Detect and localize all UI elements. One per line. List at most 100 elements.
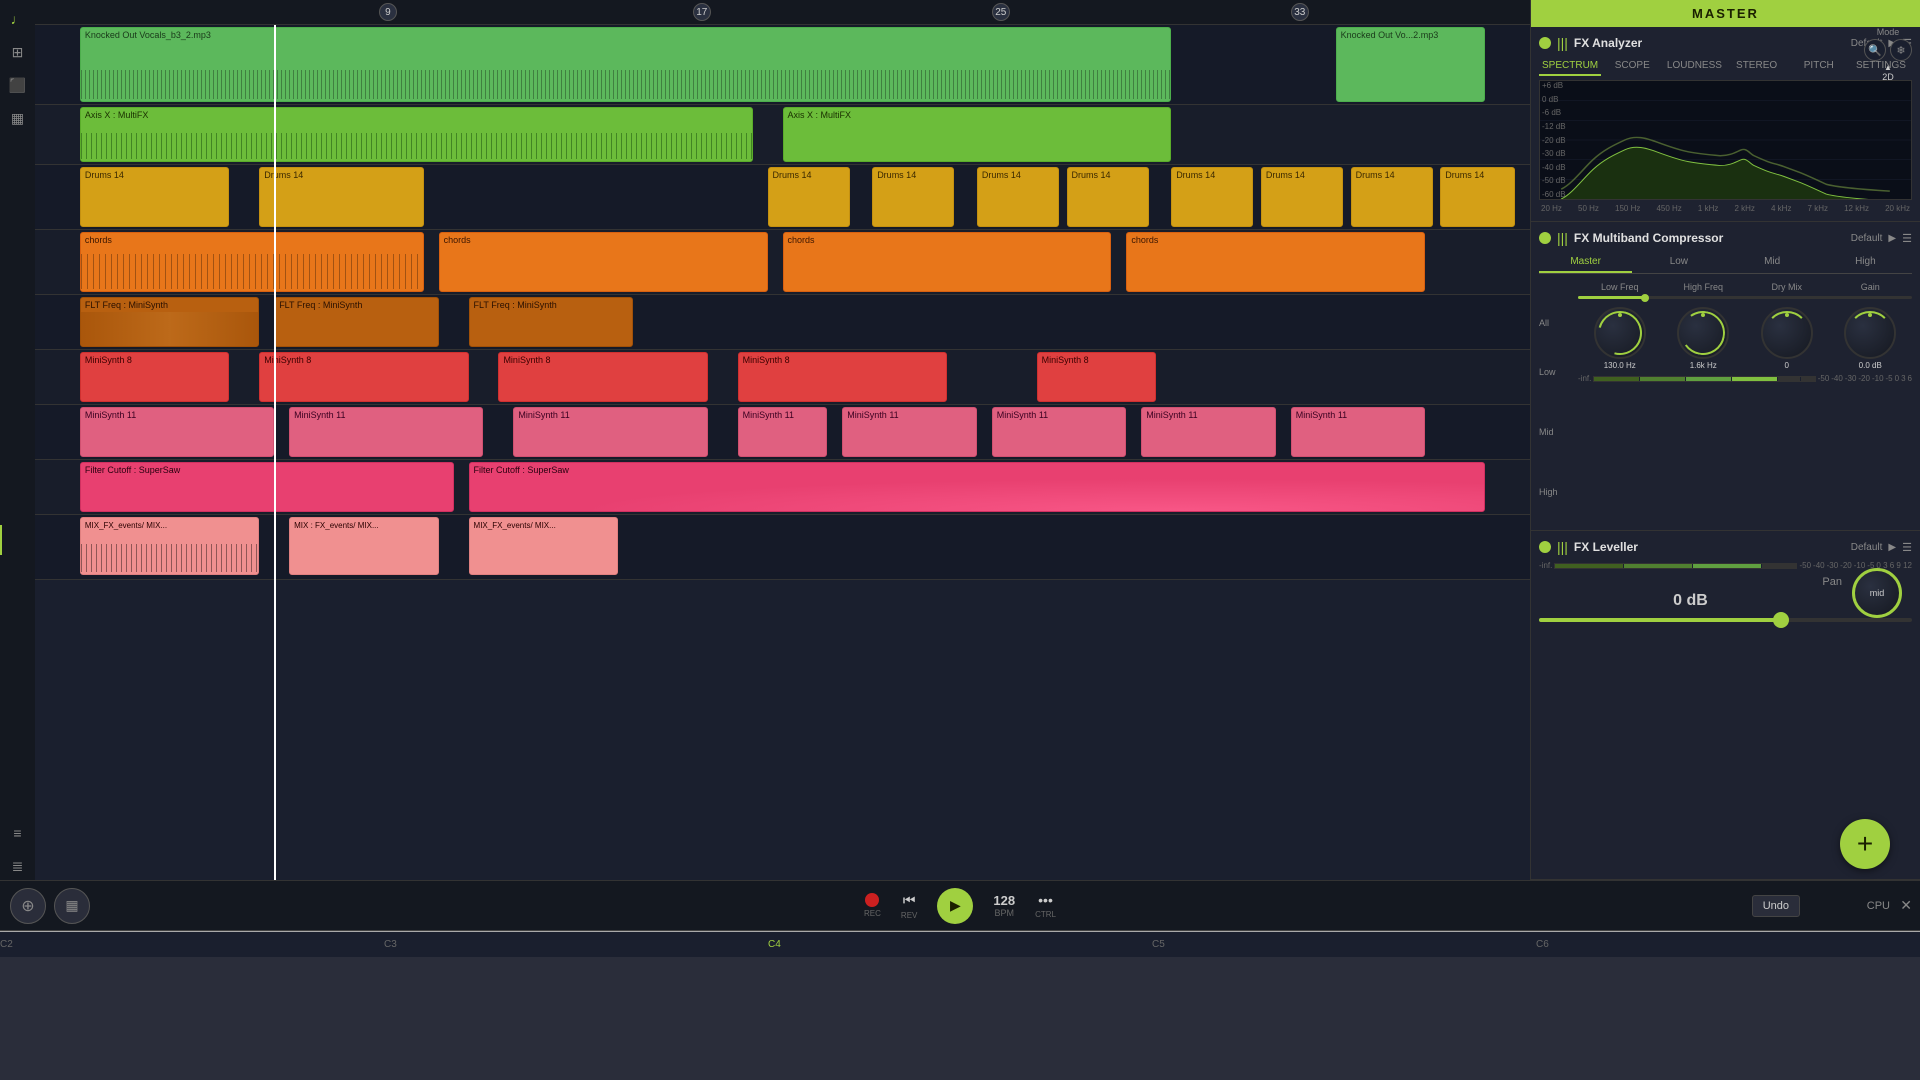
clip-multifx-1[interactable]: Axis X : MultiFX xyxy=(80,107,753,162)
clip-chords-2[interactable]: chords xyxy=(439,232,768,292)
clip-flt-3[interactable]: FLT Freq : MiniSynth xyxy=(469,297,633,347)
clip-multifx-2[interactable]: Axis X : MultiFX xyxy=(783,107,1172,162)
all-slider-thumb[interactable] xyxy=(1641,294,1649,302)
clip-ms11-1[interactable]: MiniSynth 11 xyxy=(80,407,274,457)
knob-dry-mix[interactable]: 0 xyxy=(1761,307,1813,370)
knob-low-freq[interactable]: 130.0 Hz xyxy=(1594,307,1646,370)
clip-ms8-1[interactable]: MiniSynth 8 xyxy=(80,352,230,402)
clip-ms11-2[interactable]: MiniSynth 11 xyxy=(289,407,483,457)
ruler-mark-33: 33 xyxy=(1291,3,1309,21)
knob-gain[interactable]: 0.0 dB xyxy=(1844,307,1896,370)
clip-drums-7[interactable]: Drums 14 xyxy=(1171,167,1253,227)
undo-button[interactable]: Undo xyxy=(1752,895,1800,917)
clip-ms11-7[interactable]: MiniSynth 11 xyxy=(1141,407,1276,457)
pattern-icon-btn[interactable]: ▦ xyxy=(54,888,90,924)
tracks-container: Knocked Out Vocals_b3_2.mp3 Knocked Out … xyxy=(35,25,1530,880)
rec-button[interactable] xyxy=(865,893,879,907)
clip-drums-3[interactable]: Drums 14 xyxy=(768,167,850,227)
clip-drums-4[interactable]: Drums 14 xyxy=(872,167,954,227)
mb-tab-master[interactable]: Master xyxy=(1539,252,1632,273)
piano-label-c5: C5 xyxy=(1152,939,1165,950)
mb-tab-mid[interactable]: Mid xyxy=(1726,252,1819,273)
clip-flt-2[interactable]: FLT Freq : MiniSynth xyxy=(274,297,438,347)
clip-vocals-2[interactable]: Knocked Out Vo...2.mp3 xyxy=(1336,27,1486,102)
ctrl-button[interactable]: ••• xyxy=(1038,892,1053,908)
clip-ms11-6[interactable]: MiniSynth 11 xyxy=(992,407,1127,457)
piano-label-c6: C6 xyxy=(1536,939,1549,950)
clip-drums-10[interactable]: Drums 14 xyxy=(1440,167,1515,227)
clip-ms8-5[interactable]: MiniSynth 8 xyxy=(1037,352,1157,402)
clip-chords-4[interactable]: chords xyxy=(1126,232,1425,292)
add-fx-button[interactable]: + xyxy=(1840,819,1890,869)
fx-leveller-default[interactable]: Default xyxy=(1851,542,1883,553)
clip-drums-9[interactable]: Drums 14 xyxy=(1351,167,1433,227)
close-button[interactable]: ✕ xyxy=(1900,897,1912,914)
sidebar-icon-mixer[interactable]: ⊞ xyxy=(4,38,32,66)
clip-chords-1[interactable]: chords xyxy=(80,232,424,292)
mixer-icon-btn[interactable]: ⊕ xyxy=(10,888,46,924)
tab-loudness[interactable]: LOUDNESS xyxy=(1663,57,1725,76)
clip-chords-3[interactable]: chords xyxy=(783,232,1112,292)
clip-mix-1[interactable]: MIX_FX_events/ MIX... xyxy=(80,517,259,575)
clip-ms11-5[interactable]: MiniSynth 11 xyxy=(842,407,977,457)
piano-area: C2 C3 C4 C5 C6 xyxy=(0,930,1920,1080)
clip-ms11-4[interactable]: MiniSynth 11 xyxy=(738,407,828,457)
track-minisynth8: MiniSynth 8 MiniSynth 8 MiniSynth 8 Mini… xyxy=(35,350,1530,405)
clip-ms8-4[interactable]: MiniSynth 8 xyxy=(738,352,947,402)
clip-ms8-2[interactable]: MiniSynth 8 xyxy=(259,352,468,402)
pan-knob[interactable]: mid xyxy=(1852,568,1902,618)
sidebar-icon-bottom2[interactable]: ≣ xyxy=(4,852,32,880)
clip-flt-1[interactable]: FLT Freq : MiniSynth xyxy=(80,297,259,347)
track-multifx: Axis X : MultiFX Axis X : MultiFX xyxy=(35,105,1530,165)
tab-pitch[interactable]: PITCH xyxy=(1788,57,1850,76)
sidebar-icon-playlist[interactable]: ▦ xyxy=(4,104,32,132)
fx-multiband-power[interactable] xyxy=(1539,232,1551,244)
clip-mix-2[interactable]: MIX : FX_events/ MIX... xyxy=(289,517,439,575)
fx-leveller-menu[interactable]: ☰ xyxy=(1902,541,1912,554)
clip-vocals-1[interactable]: Knocked Out Vocals_b3_2.mp3 xyxy=(80,27,1171,102)
analyzer-snowflake-btn[interactable]: ❄ xyxy=(1890,39,1912,61)
fx-analyzer-icon: ||| xyxy=(1557,35,1568,51)
tab-stereo[interactable]: STEREO xyxy=(1726,57,1788,76)
spectrum-display: +6 dB 0 dB -6 dB -12 dB -20 dB -30 dB -4… xyxy=(1539,80,1912,200)
piano-label-c3: C3 xyxy=(384,939,397,950)
sidebar-icon-app[interactable]: ♩ xyxy=(4,5,32,33)
play-button[interactable]: ▶ xyxy=(937,888,973,924)
leveller-slider-thumb[interactable] xyxy=(1773,612,1789,628)
fx-multiband-default[interactable]: Default xyxy=(1851,233,1883,244)
fx-analyzer-power[interactable] xyxy=(1539,37,1551,49)
clip-ms11-3[interactable]: MiniSynth 11 xyxy=(513,407,707,457)
mode-up[interactable]: ▲ xyxy=(1884,63,1892,72)
mb-tab-high[interactable]: High xyxy=(1819,252,1912,273)
mb-tabs: Master Low Mid High xyxy=(1539,252,1912,274)
panel-collapse-arrow[interactable]: ▶ xyxy=(0,525,2,555)
clip-drums-2[interactable]: Drums 14 xyxy=(259,167,423,227)
clip-filter-1[interactable]: Filter Cutoff : SuperSaw xyxy=(80,462,454,512)
fx-leveller-power[interactable] xyxy=(1539,541,1551,553)
clip-drums-8[interactable]: Drums 14 xyxy=(1261,167,1343,227)
tab-scope[interactable]: SCOPE xyxy=(1601,57,1663,76)
rev-button[interactable]: ⏮ xyxy=(903,892,916,909)
clip-drums-1[interactable]: Drums 14 xyxy=(80,167,230,227)
clip-ms8-3[interactable]: MiniSynth 8 xyxy=(498,352,707,402)
clip-mix-3[interactable]: MIX_FX_events/ MIX... xyxy=(469,517,619,575)
col-header-low-freq: Low Freq xyxy=(1590,282,1650,292)
mb-tab-low[interactable]: Low xyxy=(1632,252,1725,273)
clip-ms11-8[interactable]: MiniSynth 11 xyxy=(1291,407,1426,457)
spectrum-svg xyxy=(1540,81,1911,199)
fx-leveller-section: ||| FX Leveller Default ▶ ☰ -inf. xyxy=(1531,531,1920,880)
fx-leveller-arrow[interactable]: ▶ xyxy=(1888,542,1896,553)
sidebar-icon-bottom1[interactable]: ≡ xyxy=(4,819,32,847)
fx-multiband-menu[interactable]: ☰ xyxy=(1902,232,1912,245)
fx-multiband-arrow[interactable]: ▶ xyxy=(1888,233,1896,244)
clip-drums-6[interactable]: Drums 14 xyxy=(1067,167,1149,227)
clip-drums-5[interactable]: Drums 14 xyxy=(977,167,1059,227)
right-panel: MASTER ||| FX Analyzer Default ▶ ☰ SPECT… xyxy=(1530,0,1920,880)
sidebar-icon-pattern[interactable]: ⬛ xyxy=(4,71,32,99)
analyzer-search-btn[interactable]: 🔍 xyxy=(1864,39,1886,61)
clip-filter-2[interactable]: Filter Cutoff : SuperSaw xyxy=(469,462,1486,512)
tab-spectrum[interactable]: SPECTRUM xyxy=(1539,57,1601,76)
clip-label: Knocked Out Vo...2.mp3 xyxy=(1341,30,1439,40)
knob-high-freq[interactable]: 1.6k Hz xyxy=(1677,307,1729,370)
fx-multiband-icon: ||| xyxy=(1557,230,1568,246)
